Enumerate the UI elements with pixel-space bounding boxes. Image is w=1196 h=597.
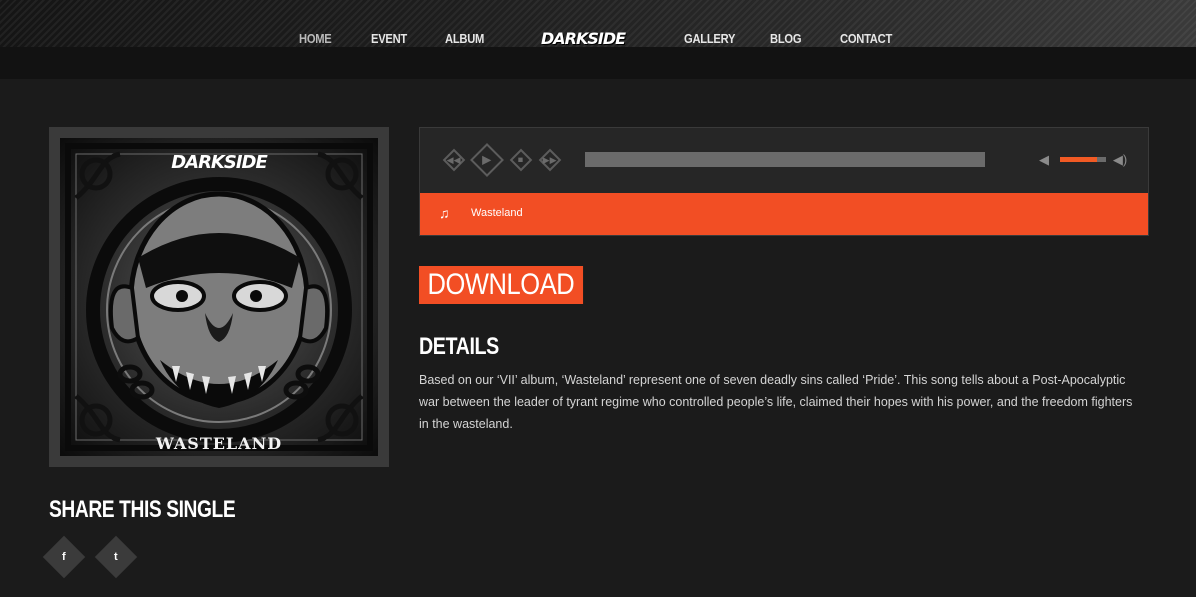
facebook-icon: f — [62, 550, 66, 563]
nav-album[interactable]: ALBUM — [445, 31, 484, 46]
facebook-share-button[interactable]: f — [42, 535, 86, 579]
music-note-icon: ♫ — [439, 205, 450, 221]
share-heading: SHARE THIS SINGLE — [49, 496, 236, 523]
demon-mask-illustration — [65, 143, 373, 451]
rewind-button[interactable]: ◀◀ — [442, 148, 466, 172]
cover-brand-logo: DARKSIDE — [171, 152, 268, 173]
player-controls: ◀◀ ▶ ■ ▶▶ ◀ ◀) — [420, 128, 1148, 193]
site-logo[interactable]: DARKSIDE — [537, 28, 629, 48]
nav-gallery[interactable]: GALLERY — [684, 31, 735, 46]
logo-text: DARKSIDE — [540, 28, 626, 48]
nav-event[interactable]: EVENT — [371, 31, 407, 46]
twitter-share-button[interactable]: t — [94, 535, 138, 579]
play-button[interactable]: ▶ — [470, 143, 504, 177]
cover-title: WASTELAND — [155, 434, 283, 453]
track-name: Wasteland — [471, 207, 523, 219]
playlist-track[interactable]: ♫ Wasteland — [420, 193, 1148, 235]
nav-contact[interactable]: CONTACT — [840, 31, 892, 46]
fast-forward-icon: ▶▶ — [543, 154, 557, 165]
volume-slider[interactable] — [1060, 157, 1106, 162]
rewind-icon: ◀◀ — [447, 154, 461, 165]
twitter-icon: t — [114, 550, 118, 563]
progress-bar[interactable] — [585, 152, 985, 167]
download-button[interactable]: DOWNLOAD — [419, 266, 583, 304]
album-cover: DARKSIDE WASTELAND — [49, 127, 389, 467]
nav-home[interactable]: HOME — [299, 31, 332, 46]
site-header: HOME EVENT ALBUM DARKSIDE GALLERY BLOG C… — [0, 0, 1196, 79]
nav-blog[interactable]: BLOG — [770, 31, 802, 46]
volume-max-icon[interactable]: ◀) — [1112, 152, 1128, 168]
mute-icon[interactable]: ◀ — [1036, 152, 1052, 168]
details-description: Based on our ‘VII’ album, ‘Wasteland’ re… — [419, 373, 1133, 431]
fast-forward-button[interactable]: ▶▶ — [538, 148, 562, 172]
volume-level — [1060, 157, 1097, 162]
album-cover-art: DARKSIDE WASTELAND — [60, 138, 378, 456]
stop-icon: ■ — [518, 154, 524, 165]
audio-player: ◀◀ ▶ ■ ▶▶ ◀ ◀) ♫ Wasteland — [419, 127, 1149, 236]
details-heading: DETAILS — [419, 333, 499, 360]
play-icon: ▶ — [482, 152, 492, 167]
stop-button[interactable]: ■ — [509, 148, 533, 172]
